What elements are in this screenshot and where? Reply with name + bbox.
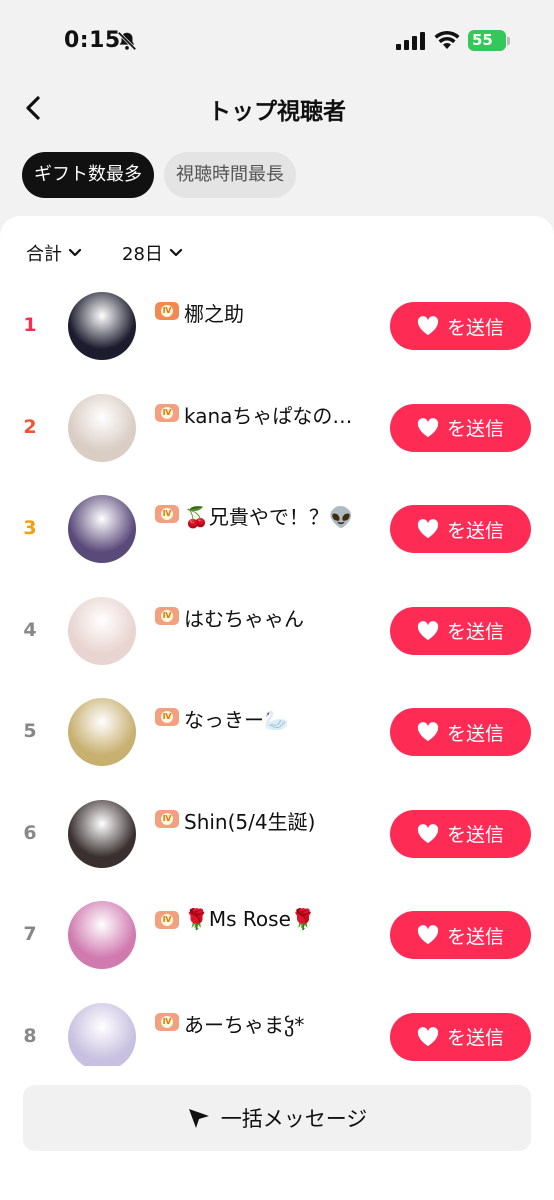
status-time: 0:15 bbox=[64, 28, 121, 53]
viewer-row[interactable]: 7 Ⅳ 🌹Ms Rose🌹 を送信 bbox=[0, 883, 554, 985]
send-label: を送信 bbox=[446, 722, 504, 745]
viewer-row[interactable]: 2 Ⅳ kanaちゃぱなの… を送信 bbox=[0, 376, 554, 478]
heart-icon bbox=[417, 620, 439, 640]
fan-level-badge-icon: Ⅳ bbox=[155, 302, 179, 320]
send-heart-button[interactable]: を送信 bbox=[390, 708, 531, 756]
send-heart-button[interactable]: を送信 bbox=[390, 1012, 531, 1061]
avatar[interactable] bbox=[68, 292, 136, 360]
send-arrow-icon bbox=[188, 1109, 209, 1128]
send-label: を送信 bbox=[446, 925, 504, 948]
fan-level-badge-icon: Ⅳ bbox=[155, 708, 179, 726]
heart-icon bbox=[417, 316, 439, 336]
send-label: を送信 bbox=[446, 316, 504, 339]
heart-icon bbox=[417, 925, 439, 945]
viewer-name: なっきー🦢 bbox=[184, 708, 289, 732]
send-heart-button[interactable]: を送信 bbox=[390, 403, 531, 452]
rank-number: 4 bbox=[23, 618, 37, 641]
viewer-row[interactable]: 6 Ⅳ Shin(5/4生誕) を送信 bbox=[0, 782, 554, 884]
viewer-name: kanaちゃぱなの… bbox=[184, 403, 353, 428]
send-label: を送信 bbox=[446, 519, 504, 542]
send-label: を送信 bbox=[446, 621, 504, 643]
fan-level-badge-icon: Ⅳ bbox=[155, 606, 179, 625]
rank-number: 6 bbox=[23, 821, 37, 844]
heart-icon bbox=[417, 417, 439, 437]
total-filter-label: 合計 bbox=[26, 244, 62, 265]
send-label: を送信 bbox=[446, 824, 504, 846]
cellular-signal-icon bbox=[396, 32, 425, 50]
viewer-list: 1 Ⅳ 梛之助 を送信 2 Ⅳ kanaちゃぱなの… を送信 3 Ⅳ 🍒兄貴やで… bbox=[0, 274, 554, 1086]
period-filter-label: 28日 bbox=[122, 244, 163, 265]
filters: 合計 28日 bbox=[26, 240, 183, 266]
status-bar: 0:15 55 bbox=[0, 0, 554, 80]
viewer-name: 🌹Ms Rose🌹 bbox=[184, 907, 316, 931]
viewer-name: はむちゃゃん bbox=[184, 606, 304, 631]
fan-level-badge-icon: Ⅳ bbox=[155, 1012, 179, 1031]
rank-number: 2 bbox=[23, 415, 37, 438]
fan-level-badge-icon: Ⅳ bbox=[155, 911, 179, 929]
nav-bar: トップ視聴者 bbox=[0, 80, 554, 136]
rank-number: 1 bbox=[23, 314, 37, 336]
wifi-icon bbox=[434, 30, 460, 49]
send-heart-button[interactable]: を送信 bbox=[390, 302, 531, 350]
battery-cap bbox=[507, 37, 510, 45]
rank-number: 5 bbox=[23, 720, 37, 742]
viewer-list-card: 合計 28日 1 Ⅳ 梛之助 を送信 2 Ⅳ kanaちゃぱなの… を送信 3 … bbox=[0, 216, 554, 1200]
avatar[interactable] bbox=[68, 495, 136, 563]
period-filter-dropdown[interactable]: 28日 bbox=[122, 240, 183, 266]
page-title: トップ視聴者 bbox=[208, 99, 346, 125]
tab-most-gifts[interactable]: ギフト数最多 bbox=[22, 152, 154, 198]
viewer-name: Shin(5/4生誕) bbox=[184, 809, 316, 834]
send-label: を送信 bbox=[446, 1027, 504, 1049]
send-heart-button[interactable]: を送信 bbox=[390, 505, 531, 553]
send-heart-button[interactable]: を送信 bbox=[390, 606, 531, 655]
tab-longest-watch-time[interactable]: 視聴時間最長 bbox=[164, 152, 296, 198]
avatar[interactable] bbox=[68, 799, 136, 868]
fan-level-badge-icon: Ⅳ bbox=[155, 505, 179, 523]
rank-number: 7 bbox=[23, 923, 37, 945]
fan-level-badge-icon: Ⅳ bbox=[155, 809, 179, 828]
viewer-name: 梛之助 bbox=[184, 302, 244, 326]
viewer-name: あーちゃまჴ* bbox=[184, 1012, 305, 1037]
viewer-name: 🍒兄貴やで！？👽 bbox=[184, 505, 354, 529]
bulk-message-label: 一括メッセージ bbox=[220, 1107, 368, 1131]
heart-icon bbox=[417, 1026, 439, 1046]
battery-indicator: 55 bbox=[468, 30, 506, 51]
bulk-message-button[interactable]: 一括メッセージ bbox=[23, 1085, 531, 1151]
tabs: ギフト数最多 視聴時間最長 bbox=[22, 152, 296, 198]
total-filter-dropdown[interactable]: 合計 bbox=[26, 240, 82, 266]
bell-off-icon bbox=[117, 31, 137, 51]
send-heart-button[interactable]: を送信 bbox=[390, 911, 531, 959]
battery-level: 55 bbox=[472, 31, 493, 49]
avatar[interactable] bbox=[68, 698, 136, 766]
viewer-row[interactable]: 5 Ⅳ なっきー🦢 を送信 bbox=[0, 680, 554, 782]
fan-level-badge-icon: Ⅳ bbox=[155, 403, 179, 422]
viewer-row[interactable]: 4 Ⅳ はむちゃゃん を送信 bbox=[0, 579, 554, 681]
avatar[interactable] bbox=[68, 393, 136, 462]
heart-icon bbox=[417, 823, 439, 843]
avatar[interactable] bbox=[68, 901, 136, 969]
chevron-down-icon bbox=[68, 248, 82, 257]
avatar[interactable] bbox=[68, 1002, 136, 1071]
heart-icon bbox=[417, 519, 439, 539]
send-label: を送信 bbox=[446, 418, 504, 440]
heart-icon bbox=[417, 722, 439, 742]
chevron-down-icon bbox=[169, 248, 183, 257]
viewer-row[interactable]: 1 Ⅳ 梛之助 を送信 bbox=[0, 274, 554, 376]
send-heart-button[interactable]: を送信 bbox=[390, 809, 531, 858]
rank-number: 8 bbox=[23, 1024, 37, 1047]
viewer-row[interactable]: 3 Ⅳ 🍒兄貴やで！？👽 を送信 bbox=[0, 477, 554, 579]
avatar[interactable] bbox=[68, 596, 136, 665]
bottom-panel: 一括メッセージ bbox=[0, 1066, 554, 1200]
rank-number: 3 bbox=[23, 517, 37, 539]
